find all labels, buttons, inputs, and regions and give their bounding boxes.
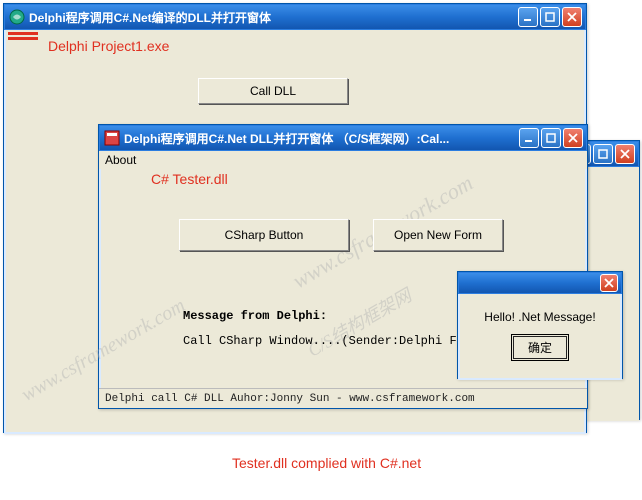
message-body: Call CSharp Window....(Sender:Delphi For… [183,334,485,348]
bg-close-button[interactable] [615,144,635,164]
child-close-button[interactable] [563,128,583,148]
child-statusbar: Delphi call C# DLL Auhor:Jonny Sun - www… [99,388,587,408]
msgbox-ok-button[interactable]: 确定 [513,336,567,359]
main-titlebar[interactable]: Delphi程序调用C#.Net编译的DLL并打开窗体 [4,4,586,30]
msgbox-text: Hello! .Net Message! [460,294,620,336]
main-minimize-button[interactable] [518,7,538,27]
messagebox: Hello! .Net Message! 确定 [457,271,623,379]
annotation-child-label: C# Tester.dll [151,171,228,187]
annotation-underline-main [8,32,38,35]
status-text: Delphi call C# DLL Auhor:Jonny Sun - www… [105,393,475,405]
main-close-button[interactable] [562,7,582,27]
annotation-main-label: Delphi Project1.exe [48,38,169,54]
message-heading: Message from Delphi: [183,309,327,323]
bg-maximize-button[interactable] [593,144,613,164]
call-dll-button[interactable]: Call DLL [198,78,348,104]
msgbox-client: Hello! .Net Message! 确定 [458,294,622,380]
child-minimize-button[interactable] [519,128,539,148]
delphi-app-icon [9,9,25,25]
annotation-footer: Tester.dll complied with C#.net [232,455,421,471]
main-maximize-button[interactable] [540,7,560,27]
child-titlebar[interactable]: Delphi程序调用C#.Net DLL并打开窗体 （C/S框架网）:Cal..… [99,125,587,151]
menu-about[interactable]: About [105,153,136,167]
child-window-title: Delphi程序调用C#.Net DLL并打开窗体 （C/S框架网）:Cal..… [124,130,519,147]
csharp-button[interactable]: CSharp Button [179,219,349,251]
msgbox-close-button[interactable] [600,274,618,292]
dotnet-form-icon [104,130,120,146]
child-menubar: About [99,151,587,169]
annotation-underline-main2 [8,37,38,40]
open-new-form-button[interactable]: Open New Form [373,219,503,251]
main-window-title: Delphi程序调用C#.Net编译的DLL并打开窗体 [29,9,518,26]
msgbox-titlebar[interactable] [458,272,622,294]
child-maximize-button[interactable] [541,128,561,148]
